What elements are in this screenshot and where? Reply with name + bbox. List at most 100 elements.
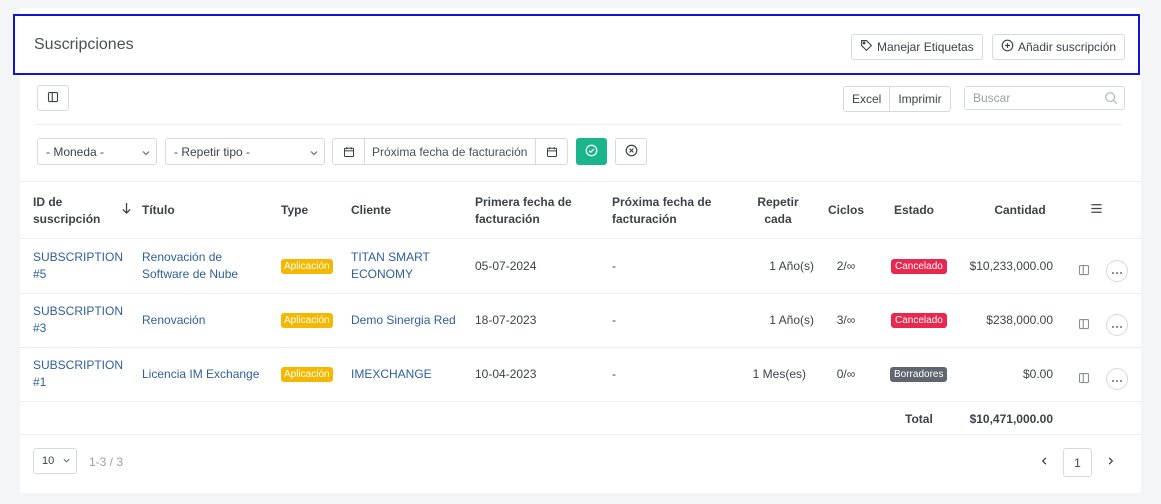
currency-select-value: - Moneda - [46,144,105,159]
table-top-border [20,181,1141,182]
view-details-button[interactable] [1074,315,1094,335]
column-header-cycles[interactable]: Ciclos [825,202,867,219]
current-page-button[interactable]: 1 [1063,448,1092,477]
check-circle-icon [585,144,598,160]
subscriptions-panel: Excel Imprimir - Moneda - - Repetir tipo… [20,76,1141,493]
row-divider [20,293,1141,294]
currency-select[interactable]: - Moneda - [37,138,157,165]
more-options-button[interactable] [1106,260,1128,282]
view-details-button[interactable] [1074,369,1094,389]
search-box [964,86,1125,110]
type-badge: Aplicación [281,259,333,274]
columns-icon [47,91,59,106]
first-billing-date: 10-04-2023 [475,367,537,381]
status-badge: Cancelado [891,313,947,328]
subscription-id-link[interactable]: SUBSCRIPTION #3 [33,303,133,337]
export-button-group: Excel Imprimir [843,86,951,112]
calendar-icon[interactable] [535,139,567,164]
row-divider [20,238,1141,239]
cycles: 3/∞ [836,313,856,327]
next-billing-date: - [612,367,616,381]
column-menu-icon[interactable] [1090,202,1103,218]
view-details-button[interactable] [1074,261,1094,281]
next-page-button[interactable] [1100,452,1120,472]
row-divider [20,401,1141,402]
status-badge: Borradores [890,367,948,382]
repeat-every: 1 Mes(es) [752,367,806,381]
column-header-next-billing[interactable]: Próxima fecha de facturación [612,194,722,228]
column-header-client[interactable]: Cliente [351,202,391,219]
previous-page-button[interactable] [1034,452,1054,472]
client-link[interactable]: Demo Sinergia Red [351,312,461,329]
subscription-title-link[interactable]: Licencia IM Exchange [142,366,267,383]
more-options-button[interactable] [1106,314,1128,336]
column-header-amount[interactable]: Cantidad [975,202,1065,219]
manage-labels-button[interactable]: Manejar Etiquetas [851,34,983,60]
page-title: Suscripciones [34,36,134,53]
cycles: 2/∞ [836,259,856,273]
client-link[interactable]: IMEXCHANGE [351,366,461,383]
page-size-select[interactable]: 10 [33,448,77,474]
page-header: Suscripciones Manejar Etiquetas Añadir s… [13,14,1140,75]
first-billing-date: 18-07-2023 [475,313,537,327]
pagination-range: 1-3 / 3 [89,455,124,469]
repeat-type-select[interactable]: - Repetir tipo - [165,138,325,165]
total-amount: $10,471,000.00 [969,412,1053,426]
cycles: 0/∞ [836,367,856,381]
panel-icon [1078,264,1090,279]
chevron-left-icon [1040,455,1049,469]
repeat-every: 1 Año(s) [769,313,814,327]
row-divider [20,434,1141,435]
print-button[interactable]: Imprimir [889,87,949,111]
amount: $0.00 [1022,367,1053,381]
search-icon [1104,91,1118,108]
total-label: Total [905,412,933,426]
more-options-button[interactable] [1106,368,1128,390]
next-billing-date-filter[interactable]: Próxima fecha de facturación [332,138,568,165]
column-header-title[interactable]: Título [142,202,175,219]
first-billing-date: 05-07-2024 [475,259,537,273]
sort-arrow-down-icon[interactable] [121,202,132,218]
subscription-title-link[interactable]: Renovación de Software de Nube [142,249,262,283]
panel-icon [1078,318,1090,333]
chevron-right-icon [1106,455,1115,469]
apply-filters-button[interactable] [576,138,607,165]
excel-button[interactable]: Excel [844,87,889,111]
clear-filters-button[interactable] [615,138,647,165]
next-billing-date: - [612,313,616,327]
toolbar-divider [36,124,1123,125]
subscription-id-link[interactable]: SUBSCRIPTION #5 [33,249,133,283]
amount: $10,233,000.00 [969,259,1053,273]
row-divider [20,347,1141,348]
toggle-columns-button[interactable] [37,85,69,111]
column-header-status[interactable]: Estado [886,202,942,219]
chevron-down-icon [141,147,151,161]
amount: $238,000.00 [986,313,1053,327]
subscription-title-link[interactable]: Renovación [142,312,262,329]
add-subscription-button[interactable]: Añadir suscripción [992,34,1126,60]
chevron-down-icon [62,456,71,468]
ellipsis-icon [1111,264,1123,278]
status-badge: Cancelado [891,259,947,274]
subscription-id-link[interactable]: SUBSCRIPTION #1 [33,357,133,391]
chevron-down-icon [309,147,319,161]
manage-labels-label: Manejar Etiquetas [877,40,974,54]
plus-circle-icon [1001,39,1014,55]
panel-icon [1078,372,1090,387]
type-badge: Aplicación [281,367,333,382]
add-subscription-label: Añadir suscripción [1018,40,1117,54]
column-header-id[interactable]: ID de suscripción [33,194,118,228]
column-header-first-billing[interactable]: Primera fecha de facturación [475,194,585,228]
column-header-type[interactable]: Type [281,202,308,219]
next-billing-date-label: Próxima fecha de facturación [372,144,528,159]
ellipsis-icon [1111,318,1123,332]
search-input[interactable] [965,87,1095,109]
page-size-value: 10 [42,455,55,467]
client-link[interactable]: TITAN SMART ECONOMY [351,249,451,283]
repeat-every: 1 Año(s) [769,259,814,273]
column-header-repeat[interactable]: Repetir cada [742,194,814,228]
calendar-icon[interactable] [333,139,365,164]
tag-icon [860,39,873,55]
repeat-type-select-value: - Repetir tipo - [174,144,251,159]
next-billing-date: - [612,259,616,273]
